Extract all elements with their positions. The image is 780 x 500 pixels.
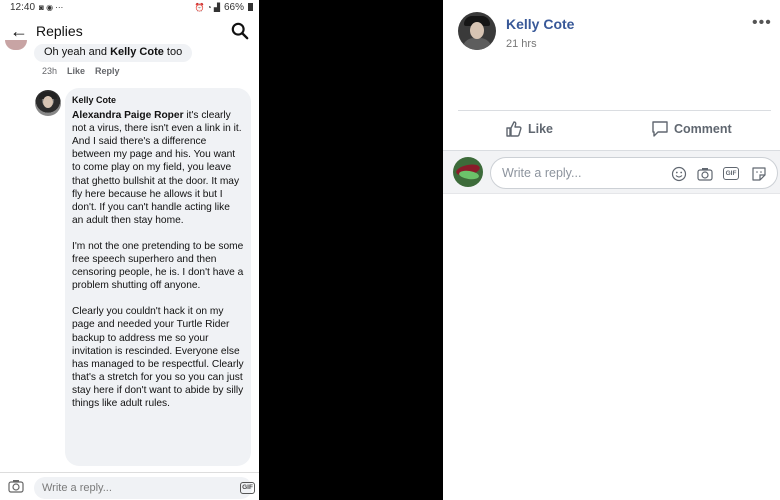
reply-input[interactable]: Write a reply... GIF	[34, 477, 255, 499]
like-label: Like	[528, 122, 554, 136]
reply-meta: 23h Like Reply	[42, 66, 120, 76]
battery-percent: 66%	[223, 1, 244, 13]
reply-text: Oh yeah and	[44, 46, 111, 58]
back-arrow-icon[interactable]: ←	[10, 21, 32, 42]
sticker-icon[interactable]	[751, 166, 767, 182]
comment-text: it's clearly not a virus, there isn't ev…	[72, 110, 242, 226]
like-link[interactable]: Like	[67, 66, 85, 76]
page-title: Replies	[36, 23, 83, 39]
avatar[interactable]	[453, 157, 483, 187]
comment-button[interactable]: Comment	[651, 120, 732, 138]
comment-label: Comment	[674, 122, 732, 136]
screenshot-root: 12:40 ◙ ◉ ⋯ ⏰ ◔ ▟ 66% ← Replies Oh yeah …	[0, 0, 780, 500]
mention-link[interactable]: Kelly Cote	[110, 46, 164, 58]
signal-icons: ⏰ ◔ ▟	[194, 2, 220, 12]
reply-placeholder: Write a reply...	[42, 482, 112, 494]
reply-composer: Write a reply... GIF	[0, 472, 259, 500]
reply-placeholder: Write a reply...	[502, 166, 582, 180]
comment-paragraph: Alexandra Paige Roper it's clearly not a…	[72, 109, 244, 227]
reply-input[interactable]: Write a reply... GIF	[490, 157, 778, 189]
status-time: 12:40	[10, 1, 36, 13]
reply-bubble: Oh yeah and Kelly Cote too	[34, 44, 193, 62]
post-timestamp[interactable]: 21 hrs	[506, 38, 537, 50]
reply-timestamp: 23h	[42, 66, 58, 76]
comment-icon	[652, 121, 668, 137]
notification-icons: ◙ ◉ ⋯	[39, 2, 64, 12]
thumbs-up-icon	[506, 121, 522, 137]
mention-link[interactable]: Alexandra Paige Roper	[72, 110, 184, 121]
comment-paragraph: Clearly you couldn't hack it on my page …	[72, 306, 244, 409]
emoji-icon[interactable]	[671, 166, 687, 182]
comment-bubble: Kelly Cote Alexandra Paige Roper it's cl…	[65, 88, 251, 466]
divider	[458, 110, 771, 111]
avatar[interactable]	[5, 40, 27, 50]
camera-icon[interactable]	[8, 479, 24, 493]
more-options-icon[interactable]: •••	[752, 14, 772, 32]
comment-paragraph: I'm not the one pretending to be some fr…	[72, 240, 244, 292]
gif-icon[interactable]: GIF	[240, 482, 255, 494]
search-icon[interactable]	[231, 22, 249, 40]
status-bar: 12:40 ◙ ◉ ⋯ ⏰ ◔ ▟ 66%	[0, 0, 259, 14]
desktop-post-panel: Kelly Cote 21 hrs ••• Like Comment Write…	[443, 0, 780, 500]
comment-author[interactable]: Kelly Cote	[72, 94, 244, 107]
camera-icon[interactable]	[697, 166, 713, 182]
reply-text-tail: too	[163, 46, 183, 58]
battery-icon	[248, 3, 253, 11]
gif-icon[interactable]: GIF	[723, 167, 739, 180]
avatar[interactable]	[458, 12, 496, 50]
post-author[interactable]: Kelly Cote	[506, 16, 574, 32]
like-button[interactable]: Like	[505, 120, 553, 138]
mobile-replies-panel: 12:40 ◙ ◉ ⋯ ⏰ ◔ ▟ 66% ← Replies Oh yeah …	[0, 0, 259, 500]
reply-link[interactable]: Reply	[95, 66, 120, 76]
avatar[interactable]	[35, 90, 61, 116]
reply-composer: Write a reply... GIF	[443, 150, 780, 194]
replies-header: ← Replies	[0, 14, 259, 48]
